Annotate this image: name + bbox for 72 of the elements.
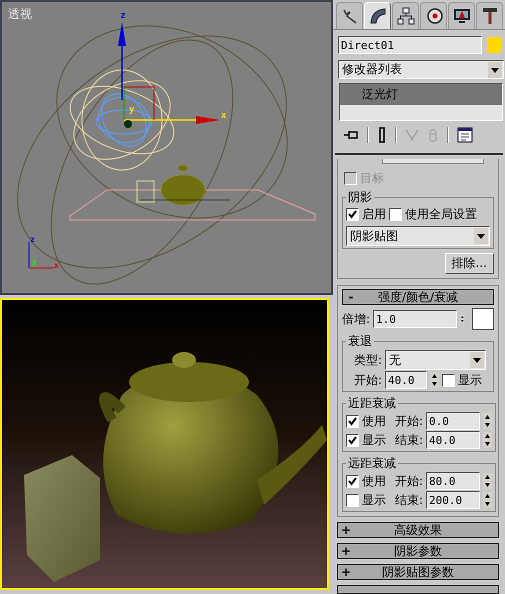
checkbox[interactable] — [346, 494, 359, 507]
checkbox-label: 使用 — [362, 412, 387, 430]
field-label: 开始: — [395, 472, 424, 490]
rollout-header[interactable]: - 强度/颜色/衰减 — [342, 289, 494, 306]
spinner-arrows-icon[interactable] — [483, 492, 492, 508]
command-tab[interactable] — [448, 2, 475, 29]
rollout-header[interactable]: + 高级效果 — [337, 522, 499, 538]
command-tab[interactable] — [392, 2, 419, 29]
spinner-field[interactable] — [382, 159, 484, 164]
configure-icon[interactable] — [457, 127, 473, 144]
axis-tripod-drawing — [28, 242, 54, 268]
checkbox[interactable] — [442, 374, 456, 387]
field-label: 倍增: — [342, 310, 370, 328]
checkbox[interactable] — [389, 208, 402, 222]
axis-label: z — [120, 11, 126, 21]
curve-icon — [368, 7, 386, 25]
viewport-label: 透视 — [8, 6, 32, 23]
object-color-swatch[interactable] — [487, 37, 501, 53]
field-label: 结束: — [395, 432, 424, 449]
checkbox-label: 目标 — [360, 170, 384, 187]
spinner-arrows-icon[interactable] — [430, 372, 440, 388]
command-tab[interactable] — [420, 2, 447, 29]
field-label: 结束: — [395, 492, 424, 509]
command-tab[interactable] — [336, 2, 363, 29]
multiplier-field[interactable]: 1.0 — [373, 310, 458, 328]
group-title: 近距衰减 — [347, 395, 397, 412]
light-color-swatch[interactable] — [472, 308, 494, 330]
checkbox-label: 显示 — [362, 492, 387, 509]
field-label: 开始: — [354, 372, 382, 389]
axis-label: y — [32, 257, 37, 266]
modifier-list-dropdown[interactable]: 修改器列表 — [338, 60, 504, 79]
checkbox[interactable] — [346, 208, 359, 222]
group-title: 衰退 — [347, 333, 373, 350]
checkbox-label: 显示 — [362, 432, 387, 449]
rollout-header[interactable] — [337, 585, 499, 594]
command-tab[interactable] — [476, 2, 503, 29]
wheel-icon — [424, 7, 442, 25]
group-title: 阴影 — [347, 189, 373, 206]
hierarchy-icon — [396, 7, 414, 25]
field-label: 开始: — [395, 412, 424, 430]
exclude-button[interactable]: 排除... — [444, 253, 494, 274]
decay-start-field[interactable]: 40.0 — [385, 371, 428, 390]
spinner-arrows-icon[interactable] — [483, 432, 492, 448]
range-start-field[interactable]: 80.0 — [426, 472, 480, 490]
monitor-icon — [452, 7, 470, 25]
checkbox[interactable] — [346, 414, 359, 428]
axis-label: x — [54, 261, 59, 270]
checkbox[interactable] — [346, 474, 359, 488]
wand-icon — [340, 7, 358, 25]
checkbox-label: 启用 — [362, 206, 386, 224]
object-name-field[interactable]: Direct01 — [338, 36, 482, 54]
group-title: 远距衰减 — [347, 455, 397, 472]
field-label: 类型: — [354, 352, 382, 369]
spinner-arrows-icon[interactable] — [483, 413, 492, 430]
range-end-field[interactable]: 40.0 — [426, 431, 480, 450]
checkbox-label: 显示 — [458, 372, 482, 389]
range-end-field[interactable]: 200.0 — [426, 491, 480, 510]
shadow-type-dropdown[interactable]: 阴影贴图 — [346, 226, 490, 246]
axis-label: x — [221, 111, 226, 121]
stack-item[interactable]: 泛光灯 — [340, 84, 502, 105]
checkbox-label: 使用 — [362, 472, 387, 490]
rollout-header[interactable]: + 阴影参数 — [337, 543, 499, 560]
checkbox-label: 使用全局设置 — [405, 206, 477, 224]
decay-type-dropdown[interactable]: 无 — [385, 350, 486, 370]
hammer-icon — [480, 7, 498, 25]
checkbox[interactable] — [346, 434, 359, 447]
rollout-header[interactable]: + 阴影贴图参数 — [337, 564, 499, 580]
axis-label: z — [30, 235, 35, 244]
render-view[interactable] — [0, 298, 329, 590]
spinner-arrows-icon[interactable] — [483, 473, 492, 490]
move-gizmo-drawing[interactable] — [118, 22, 220, 128]
range-start-field[interactable]: 0.0 — [426, 412, 480, 430]
